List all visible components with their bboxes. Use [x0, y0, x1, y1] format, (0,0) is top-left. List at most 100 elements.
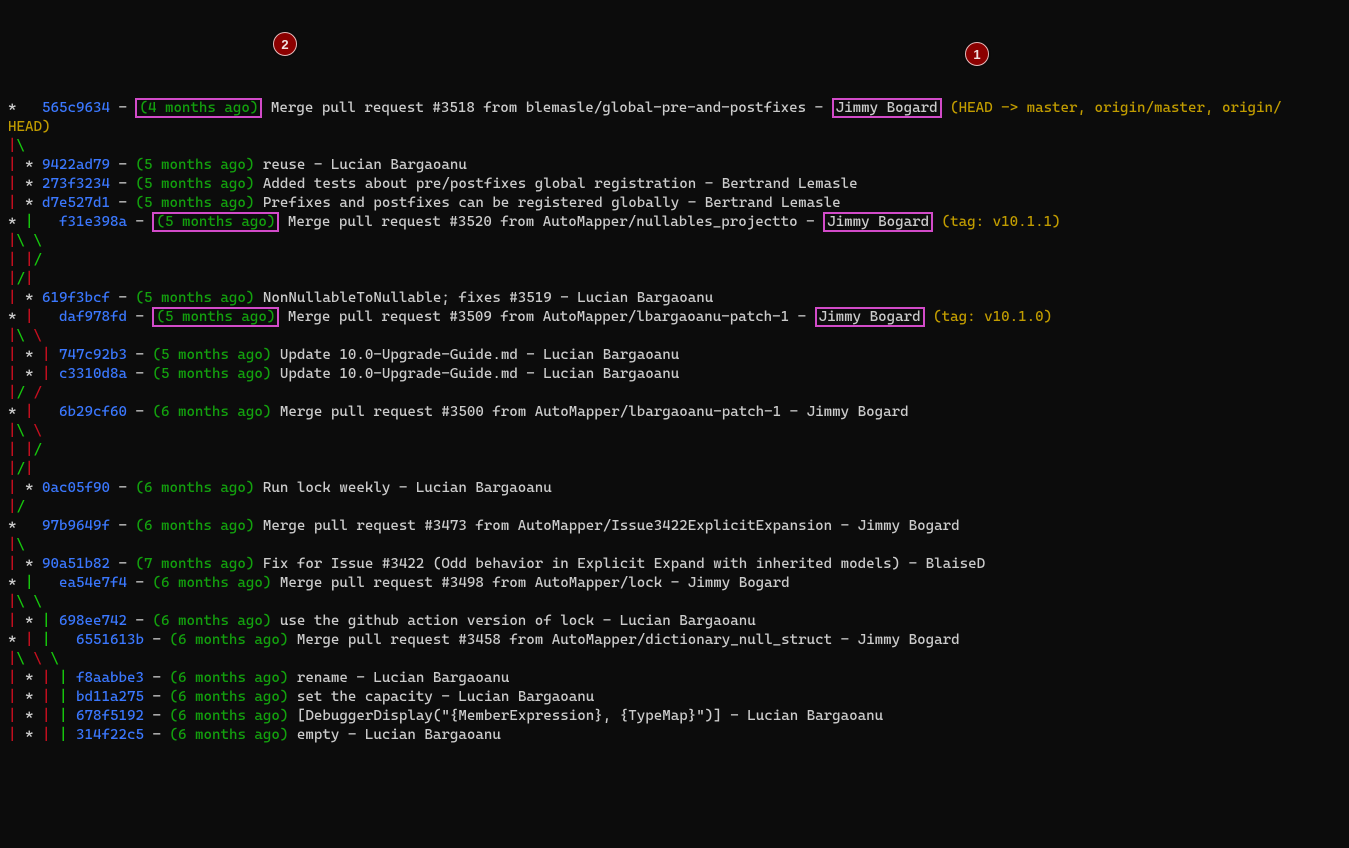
- commit-message: Merge pull request #3509 from AutoMapper…: [279, 309, 814, 325]
- separator: -: [144, 708, 170, 724]
- log-line: | * 9422ad79 - (5 months ago) reuse - Lu…: [8, 156, 1341, 175]
- log-line: | * | | f8aabbe3 - (6 months ago) rename…: [8, 669, 1341, 688]
- separator: -: [110, 518, 136, 534]
- commit-message: empty - Lucian Bargaoanu: [288, 727, 500, 743]
- log-line: | * 0ac05f90 - (6 months ago) Run lock w…: [8, 479, 1341, 498]
- commit-message: Merge pull request #3520 from AutoMapper…: [279, 214, 823, 230]
- commit-author: Jimmy Bogard: [832, 98, 942, 118]
- commit-hash: f8aabbe3: [76, 670, 144, 686]
- log-line: |\ \: [8, 327, 1341, 346]
- log-line: | * 273f3234 - (5 months ago) Added test…: [8, 175, 1341, 194]
- commit-age: (5 months ago): [135, 290, 254, 306]
- terminal-output: * 565c9634 - (4 months ago) Merge pull r…: [0, 95, 1349, 753]
- graph-segment: | * |: [8, 347, 59, 363]
- commit-age: (6 months ago): [152, 404, 271, 420]
- graph-segment: *: [8, 518, 42, 534]
- commit-hash: f31e398a: [59, 214, 127, 230]
- graph-segment: | * | |: [8, 727, 76, 743]
- graph-segment: * |: [8, 309, 59, 325]
- graph-segment: |/|: [8, 271, 34, 287]
- graph-segment: * |: [8, 404, 59, 420]
- log-line: |\ \ \: [8, 650, 1341, 669]
- commit-message: [DebuggerDisplay("{MemberExpression}, {T…: [288, 708, 883, 724]
- commit-hash: d7e527d1: [42, 195, 110, 211]
- separator: -: [110, 556, 136, 572]
- graph-segment: | *: [8, 176, 42, 192]
- graph-segment: * |: [8, 575, 59, 591]
- graph-segment: |\: [8, 138, 25, 154]
- commit-message: NonNullableToNullable; fixes #3519 - Luc…: [254, 290, 713, 306]
- log-line: | * | 747c92b3 - (5 months ago) Update 1…: [8, 346, 1341, 365]
- commit-hash: c3310d8a: [59, 366, 127, 382]
- separator: -: [110, 176, 136, 192]
- commit-age: (5 months ago): [152, 307, 279, 327]
- graph-segment: |\ \: [8, 233, 42, 249]
- log-line: | * 90a51b82 - (7 months ago) Fix for Is…: [8, 555, 1341, 574]
- graph-segment: | * | |: [8, 670, 76, 686]
- graph-segment: | *: [8, 556, 42, 572]
- log-line: | * | | bd11a275 - (6 months ago) set th…: [8, 688, 1341, 707]
- commit-message: Run lock weekly - Lucian Bargaoanu: [254, 480, 551, 496]
- commit-hash: daf978fd: [59, 309, 127, 325]
- graph-segment: * |: [8, 214, 59, 230]
- commit-age: (5 months ago): [135, 176, 254, 192]
- graph-segment: | * |: [8, 613, 59, 629]
- log-line: |/|: [8, 460, 1341, 479]
- graph-segment: *: [8, 100, 42, 116]
- log-line: |\ \: [8, 232, 1341, 251]
- graph-segment: | *: [8, 290, 42, 306]
- commit-age: (5 months ago): [135, 195, 254, 211]
- commit-message: Merge pull request #3498 from AutoMapper…: [271, 575, 789, 591]
- separator: -: [127, 575, 153, 591]
- commit-message: use the github action version of lock - …: [271, 613, 755, 629]
- log-line: * | 6b29cf60 - (6 months ago) Merge pull…: [8, 403, 1341, 422]
- log-line: * 97b9649f - (6 months ago) Merge pull r…: [8, 517, 1341, 536]
- graph-segment: |\ \: [8, 594, 42, 610]
- separator: -: [110, 157, 136, 173]
- commit-refs: HEAD): [8, 119, 50, 135]
- commit-message: rename - Lucian Bargaoanu: [288, 670, 509, 686]
- log-line: |/: [8, 498, 1341, 517]
- graph-segment: |\ \: [8, 423, 42, 439]
- separator: -: [127, 214, 153, 230]
- commit-refs: (tag: v10.1.1): [933, 214, 1060, 230]
- graph-segment: |\ \ \: [8, 651, 59, 667]
- commit-message: Merge pull request #3473 from AutoMapper…: [254, 518, 959, 534]
- separator: -: [127, 347, 153, 363]
- graph-segment: |/: [8, 499, 25, 515]
- commit-age: (6 months ago): [135, 518, 254, 534]
- log-line: * | daf978fd - (5 months ago) Merge pull…: [8, 308, 1341, 327]
- separator: -: [110, 290, 136, 306]
- commit-age: (5 months ago): [152, 347, 271, 363]
- log-line: | |/: [8, 251, 1341, 270]
- commit-age: (4 months ago): [135, 98, 262, 118]
- commit-age: (6 months ago): [169, 708, 288, 724]
- log-line: * 565c9634 - (4 months ago) Merge pull r…: [8, 99, 1341, 118]
- commit-hash: 565c9634: [42, 100, 110, 116]
- commit-age: (6 months ago): [169, 689, 288, 705]
- commit-hash: 314f22c5: [76, 727, 144, 743]
- log-line: |\: [8, 536, 1341, 555]
- graph-segment: |\: [8, 537, 25, 553]
- log-line: HEAD): [8, 118, 1341, 137]
- commit-hash: 273f3234: [42, 176, 110, 192]
- commit-message: Merge pull request #3500 from AutoMapper…: [271, 404, 908, 420]
- separator: -: [144, 727, 170, 743]
- commit-message: Fix for Issue #3422 (Odd behavior in Exp…: [254, 556, 985, 572]
- commit-age: (6 months ago): [135, 480, 254, 496]
- separator: -: [127, 613, 153, 629]
- separator: -: [127, 309, 153, 325]
- commit-hash: 97b9649f: [42, 518, 110, 534]
- commit-author: Jimmy Bogard: [815, 307, 925, 327]
- commit-age: (7 months ago): [135, 556, 254, 572]
- log-line: * | f31e398a - (5 months ago) Merge pull…: [8, 213, 1341, 232]
- commit-hash: 678f5192: [76, 708, 144, 724]
- graph-segment: | * | |: [8, 689, 76, 705]
- graph-segment: | *: [8, 195, 42, 211]
- separator: -: [127, 404, 153, 420]
- commit-message: Update 10.0-Upgrade-Guide.md - Lucian Ba…: [271, 347, 679, 363]
- commit-author: Jimmy Bogard: [823, 212, 933, 232]
- commit-age: (5 months ago): [152, 366, 271, 382]
- graph-segment: | * | |: [8, 708, 76, 724]
- commit-age: (6 months ago): [152, 613, 271, 629]
